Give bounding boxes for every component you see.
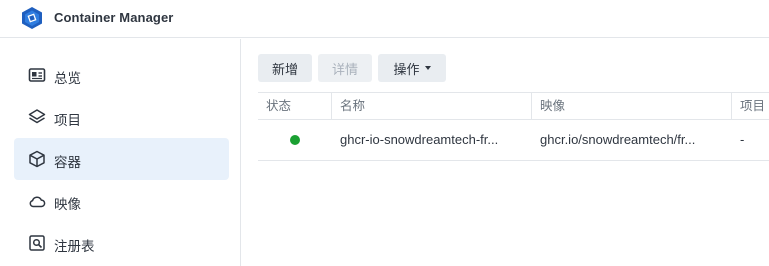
main-panel: 新增 详情 操作 状态 名称 映像 项目 ghcr-io-snowdreamte… — [242, 39, 769, 266]
column-header-name[interactable]: 名称 — [331, 93, 531, 120]
status-cell — [258, 120, 331, 160]
sidebar-item-projects[interactable]: 项目 — [14, 96, 229, 138]
sidebar-item-label: 总览 — [54, 71, 81, 86]
sidebar: 总览 项目 容器 映像 注册表 — [0, 39, 241, 266]
app-title: Container Manager — [54, 10, 174, 25]
sidebar-item-overview[interactable]: 总览 — [14, 54, 229, 96]
cloud-icon — [29, 196, 46, 208]
container-project-cell: - — [740, 132, 745, 147]
column-header-status[interactable]: 状态 — [258, 93, 331, 120]
sidebar-item-label: 映像 — [54, 197, 81, 212]
container-image-cell: ghcr.io/snowdreamtech/fr... — [540, 132, 696, 147]
sidebar-item-registry[interactable]: 注册表 — [14, 222, 229, 264]
column-header-project[interactable]: 项目 — [731, 93, 769, 120]
sidebar-item-label: 注册表 — [54, 239, 95, 254]
sidebar-item-label: 项目 — [54, 113, 81, 128]
registry-search-icon — [29, 235, 45, 251]
sidebar-item-images[interactable]: 映像 — [14, 180, 229, 222]
table-row[interactable]: ghcr-io-snowdreamtech-fr... ghcr.io/snow… — [258, 120, 769, 161]
new-button[interactable]: 新增 — [258, 54, 312, 82]
details-button[interactable]: 详情 — [318, 54, 372, 82]
overview-icon — [28, 68, 46, 82]
chevron-down-icon — [424, 66, 431, 70]
column-header-image[interactable]: 映像 — [531, 93, 731, 120]
actions-dropdown-button[interactable]: 操作 — [378, 54, 446, 82]
container-name-cell: ghcr-io-snowdreamtech-fr... — [340, 132, 499, 147]
sidebar-item-containers[interactable]: 容器 — [14, 138, 229, 180]
status-running-indicator — [290, 135, 300, 145]
cube-icon — [29, 150, 45, 168]
title-bar: Container Manager — [0, 0, 769, 38]
sidebar-item-label: 容器 — [54, 155, 81, 170]
table-header: 状态 名称 映像 项目 — [258, 92, 769, 120]
container-manager-logo-icon — [22, 7, 42, 29]
layers-icon — [28, 109, 46, 124]
